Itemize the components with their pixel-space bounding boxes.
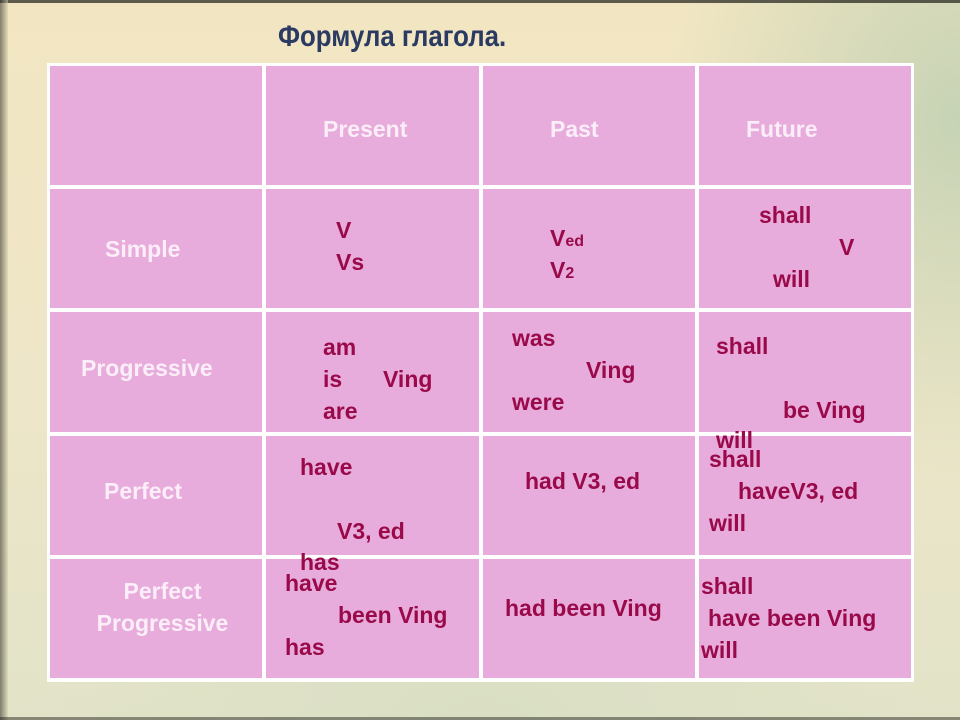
formula-line: Vs [336,249,365,275]
cell-perfect-future: shall haveV3, ed will [699,436,911,555]
formula-line: have [300,454,353,480]
formula-main: V [550,257,566,283]
formula-line: shall [759,202,812,228]
formula-line: Ved [550,227,584,250]
row-header-perfect: Perfect [50,436,262,555]
cell-progressive-past: was Ving were [483,312,695,432]
formula-suffix: ed [565,233,585,250]
formula-line: shall [716,333,769,359]
cell-simple-past: Ved V2 [483,189,695,308]
column-header-label: Past [550,116,599,142]
formula-line: will [709,510,747,536]
formula-suffix: 2 [565,265,575,282]
row-header-perfect-progressive: Perfect Progressive [50,559,262,678]
row-header-progressive: Progressive [50,312,262,432]
formula-line: were [512,389,565,415]
cell-progressive-present: am is are Ving [266,312,479,432]
formula-line: am [323,334,357,360]
cell-perfect-present: have V3, ed has [266,436,479,574]
frame-left-edge [0,0,8,720]
cell-perfect-progressive-past: had been Ving [483,559,695,678]
formula-suffix: have been Ving [708,605,877,631]
formula-suffix: been Ving [338,602,448,628]
formula-line: V [839,234,855,260]
column-header-future: Future [699,66,911,185]
column-header-label: Future [746,116,818,142]
formula-suffix: V3, ed [337,518,405,544]
formula-text: had been Ving [505,595,662,621]
page-title: Формула глагола. [278,20,507,53]
formula-line: has [300,549,340,575]
formula-line: shall [701,573,754,599]
cell-perfect-progressive-future: shall have been Ving will [699,559,911,678]
formula-line: are [323,398,358,424]
cell-perfect-progressive-present: have been Ving has [266,559,479,678]
formula-suffix: Ving [383,366,433,392]
cell-simple-future: shall V will [699,189,911,308]
column-header-label: Present [323,116,408,142]
formula-suffix: Ving [586,357,636,383]
verb-formula-table: Present Past Future Simple V Vs Ved V2 s… [47,63,914,682]
row-header-label-line2: Progressive [96,610,229,636]
formula-line: have [285,570,338,596]
row-header-label: Progressive [81,355,213,381]
formula-line: was [512,325,556,351]
row-header-simple: Simple [50,189,262,308]
row-header-label: Simple [105,236,181,262]
cell-simple-present: V Vs [266,189,479,308]
formula-line: V [336,217,352,243]
formula-line: will [701,637,739,663]
column-header-past: Past [483,66,695,185]
formula-line: is [323,366,343,392]
formula-suffix: haveV3, ed [738,478,859,504]
frame-top-edge [0,0,960,3]
row-header-label-line1: Perfect [123,578,202,604]
row-header-label: Perfect [104,478,182,504]
formula-line: has [285,634,325,660]
formula-suffix: be Ving [783,397,866,423]
formula-line: will [773,266,811,292]
cell-progressive-future: shall be Ving will [699,312,911,452]
cell-perfect-past: had V3, ed [483,436,695,555]
formula-line: will [716,427,754,453]
formula-main: V [550,225,566,251]
formula-line: V2 [550,259,574,282]
corner-cell [50,66,262,185]
column-header-present: Present [266,66,479,185]
formula-text: had V3, ed [525,468,641,494]
